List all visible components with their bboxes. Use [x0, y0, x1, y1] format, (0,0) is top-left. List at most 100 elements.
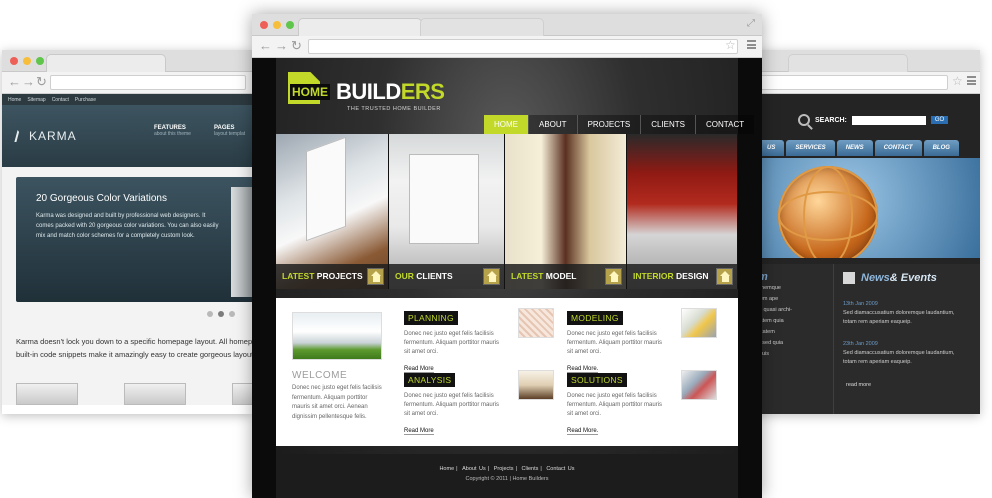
address-bar[interactable] [50, 75, 246, 90]
footer-link-clients[interactable]: Clients [522, 466, 539, 472]
back-arrow-icon[interactable]: ← [8, 75, 21, 89]
menu-icon[interactable] [747, 40, 756, 49]
nav-item-contact[interactable]: CONTACT [695, 115, 755, 134]
maximize-dot-icon[interactable] [36, 57, 44, 65]
main-nav: HOME ABOUT PROJECTS CLIENTS CONTACT [484, 115, 755, 134]
search-input[interactable] [851, 115, 926, 125]
house-icon[interactable] [716, 268, 733, 285]
browser-tab[interactable] [420, 18, 544, 36]
browser-tab[interactable] [298, 18, 422, 36]
modeling-image [681, 308, 717, 338]
forward-arrow-icon[interactable]: → [275, 39, 288, 53]
page-wrapper: HOME BUILDERS THE TRUSTED HOME BUILDER H… [276, 58, 755, 498]
house-icon[interactable] [483, 268, 500, 285]
welcome-title: WELCOME [292, 370, 348, 381]
news-date: 23th Jan 2009 [843, 341, 878, 347]
karma-slider: 20 Gorgeous Color Variations Karma was d… [16, 177, 252, 302]
feature-title: PLANNING [404, 311, 458, 325]
bookmark-star-icon[interactable]: ☆ [725, 38, 736, 52]
news-text: Sed diamaccusatium doloremque laudantium… [843, 350, 955, 365]
gallery-label-accent: OUR [395, 271, 414, 281]
close-dot-icon[interactable] [10, 57, 18, 65]
thumbnail[interactable] [16, 383, 78, 405]
resize-icon[interactable]: ⤢ [747, 18, 755, 29]
address-bar[interactable] [308, 39, 738, 54]
address-bar[interactable] [748, 75, 948, 90]
karma-topnav-contact[interactable]: Contact [52, 97, 69, 103]
gallery-panel-latest-projects[interactable]: LATEST PROJECTS [276, 134, 389, 289]
nav-item-contact[interactable]: CONTACT [874, 140, 922, 156]
nav-item-about[interactable]: ABOUT [528, 115, 577, 134]
copyright-text: Copyright © 2011 | Home Builders [465, 476, 549, 482]
feature-analysis: ANALYSIS Donec nec justo eget felis faci… [404, 370, 554, 437]
read-more-link[interactable]: Read More [404, 428, 434, 435]
thumbnail[interactable] [124, 383, 186, 405]
nav-item-projects[interactable]: PROJECTS [576, 115, 641, 134]
nav-item-clients[interactable]: CLIENTS [640, 115, 696, 134]
karma-topnav-sitemap[interactable]: Sitemap [27, 97, 45, 103]
footer-link-projects[interactable]: Projects [494, 466, 514, 472]
thumbnail[interactable] [232, 383, 252, 405]
karma-logo[interactable]: KARMA [14, 129, 77, 143]
browser-toolbar: ← → ↻ ☆ [252, 36, 762, 58]
karma-menu-features[interactable]: FEATURES about this theme [154, 125, 191, 137]
close-dot-icon[interactable] [260, 21, 268, 29]
slider-dot[interactable] [229, 311, 235, 317]
browser-tab[interactable] [788, 54, 908, 72]
bookmark-star-icon[interactable]: ☆ [952, 74, 963, 88]
karma-header: KARMA FEATURES about this theme PAGES la… [2, 105, 252, 167]
house-icon[interactable] [367, 268, 384, 285]
house-icon[interactable] [605, 268, 622, 285]
reload-icon[interactable]: ↻ [36, 75, 47, 89]
forward-arrow-icon[interactable]: → [22, 75, 35, 89]
left-column-text: m onemque rem ape si quasi archi- tatem … [758, 272, 792, 371]
feature-text: Donec nec justo eget felis facilisis fer… [567, 331, 663, 355]
gallery-label-accent: INTERIOR [633, 271, 674, 281]
read-more-link[interactable]: read more [846, 382, 871, 388]
feature-modeling: MODELING Donec nec justo eget felis faci… [567, 308, 717, 375]
search-icon [798, 114, 810, 126]
karma-topnav-home[interactable]: Home [8, 97, 21, 103]
search-go-button[interactable]: GO [930, 116, 949, 124]
minimize-dot-icon[interactable] [23, 57, 31, 65]
news-item: 23th Jan 2009 Sed diamaccusatium dolorem… [843, 340, 968, 367]
karma-top-nav: Home Sitemap Contact Purchase [2, 94, 252, 105]
read-more-link[interactable]: Read More. [567, 428, 599, 435]
welcome-text: Donec nec justo eget felis facilisis fer… [292, 385, 382, 420]
footer-link-about[interactable]: About Us [462, 466, 486, 472]
browser-tab[interactable] [46, 54, 166, 72]
back-arrow-icon[interactable]: ← [259, 39, 272, 53]
globe-banner [758, 158, 980, 258]
building-image [409, 154, 479, 244]
nav-item-home[interactable]: HOME [484, 115, 528, 134]
footer-link-contact[interactable]: Contact Us [546, 466, 574, 472]
karma-menu-pages[interactable]: PAGES layout templat [214, 125, 245, 137]
gallery-panel-interior-design[interactable]: INTERIOR DESIGN [627, 134, 738, 289]
nav-item-blog[interactable]: BLOG [923, 140, 959, 156]
logo-builders-main: BUILD [336, 79, 401, 104]
logo-builders-text: BUILDERS [336, 79, 445, 104]
karma-topnav-purchase[interactable]: Purchase [75, 97, 96, 103]
column-line: s [758, 360, 792, 371]
home-builders-browser-window: ⤢ ← → ↻ ☆ HOME BUILDERS THE TRUSTED HOME… [252, 14, 762, 498]
menu-sublabel: layout templat [214, 131, 246, 137]
footer-link-home[interactable]: Home [439, 466, 454, 472]
reload-icon[interactable]: ↻ [291, 39, 302, 53]
minimize-dot-icon[interactable] [273, 21, 281, 29]
maximize-dot-icon[interactable] [286, 21, 294, 29]
slider-dot-active[interactable] [218, 311, 224, 317]
karma-logo-icon [14, 130, 27, 142]
column-line: tatem quia [758, 318, 784, 324]
slider-dot[interactable] [207, 311, 213, 317]
globe-site-browser-window: ☆ SEARCH: GO US SERVICES NEWS CONTACT BL… [748, 50, 980, 414]
feature-solutions: SOLUTIONS Donec nec justo eget felis fac… [567, 370, 717, 437]
gallery-panel-latest-model[interactable]: LATEST MODEL [505, 134, 627, 289]
feature-title: ANALYSIS [404, 373, 456, 387]
nav-item-news[interactable]: NEWS [836, 140, 873, 156]
feature-text: Donec nec justo eget felis facilisis fer… [567, 393, 663, 417]
nav-item-services[interactable]: SERVICES [786, 140, 835, 156]
feature-title: MODELING [567, 311, 623, 325]
gallery-panel-our-clients[interactable]: OUR CLIENTS [389, 134, 505, 289]
column-divider [833, 264, 834, 414]
menu-icon[interactable] [967, 76, 976, 85]
